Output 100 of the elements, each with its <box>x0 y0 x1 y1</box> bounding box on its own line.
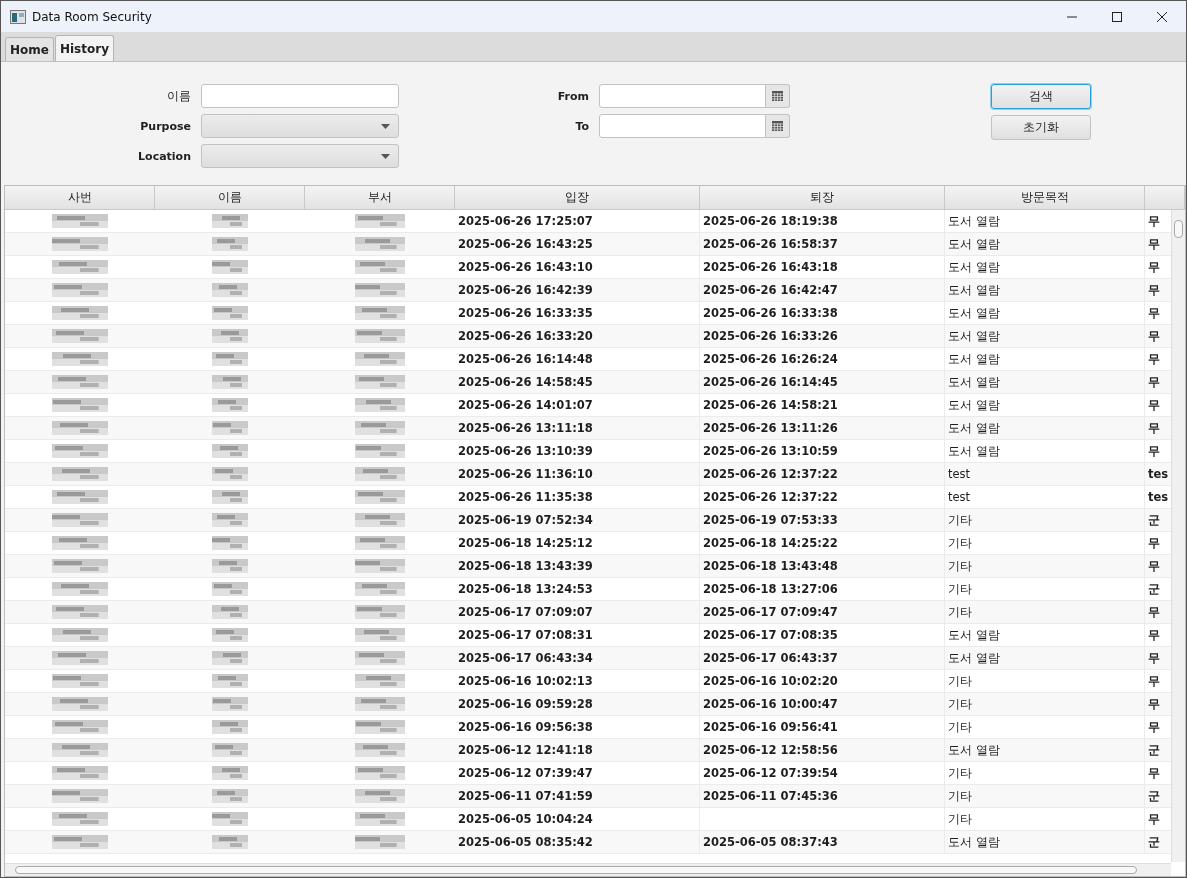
blurred-text <box>212 375 248 389</box>
table-cell: 2025-06-05 10:04:24 <box>455 808 700 830</box>
blurred-text <box>355 789 405 803</box>
blurred-text <box>212 214 248 228</box>
blurred-text <box>355 329 405 343</box>
table-cell: 2025-06-26 16:14:48 <box>455 348 700 370</box>
table-cell: test <box>945 463 1145 485</box>
table-cell: 2025-06-05 08:35:42 <box>455 831 700 853</box>
table-cell: 기타 <box>945 578 1145 600</box>
blurred-text <box>212 352 248 366</box>
table-cell: 2025-06-26 16:43:10 <box>455 256 700 278</box>
blurred-text <box>355 559 405 573</box>
column-header[interactable]: 사번 <box>5 186 155 209</box>
tab[interactable]: History <box>54 35 114 61</box>
blurred-text <box>52 490 108 504</box>
blurred-text <box>355 835 405 849</box>
table-cell: 2025-06-16 10:00:47 <box>703 697 838 711</box>
blurred-text <box>355 628 405 642</box>
table-cell: 2025-06-16 09:56:41 <box>703 720 838 734</box>
table-cell: 도서 열람 <box>945 371 1145 393</box>
blurred-text <box>212 605 248 619</box>
table-cell: 2025-06-26 14:01:07 <box>455 394 700 416</box>
blurred-text <box>52 582 108 596</box>
blurred-text <box>212 306 248 320</box>
blurred-text <box>52 720 108 734</box>
table-cell: 2025-06-12 07:39:47 <box>455 762 700 784</box>
blurred-text <box>212 812 248 826</box>
blurred-text <box>52 283 108 297</box>
table-cell: 2025-06-26 13:11:18 <box>455 417 700 439</box>
table-cell: 2025-06-26 16:14:45 <box>703 375 838 389</box>
tab[interactable]: Home <box>5 37 54 61</box>
calendar-icon <box>772 91 783 101</box>
blurred-text <box>212 628 248 642</box>
blurred-text <box>212 835 248 849</box>
blurred-text <box>52 789 108 803</box>
blurred-text <box>212 444 248 458</box>
column-header[interactable]: 입장 <box>455 186 700 209</box>
table-cell: 2025-06-12 12:58:56 <box>703 743 838 757</box>
from-label: From <box>557 89 589 103</box>
from-date-field[interactable] <box>599 84 766 108</box>
table-cell: 2025-06-26 16:43:18 <box>703 260 838 274</box>
table-cell: 2025-06-19 07:53:33 <box>703 513 838 527</box>
table-cell: 2025-06-18 14:25:22 <box>703 536 838 550</box>
blurred-text <box>212 398 248 412</box>
blurred-text <box>52 352 108 366</box>
reset-button[interactable]: 초기화 <box>991 115 1091 140</box>
horizontal-scrollbar[interactable] <box>5 863 1171 876</box>
blurred-text <box>52 674 108 688</box>
blurred-text <box>355 467 405 481</box>
blurred-text <box>212 237 248 251</box>
to-date-field[interactable] <box>599 114 766 138</box>
table-cell: 2025-06-26 16:58:37 <box>703 237 838 251</box>
blurred-text <box>212 766 248 780</box>
blurred-text <box>355 260 405 274</box>
location-dropdown[interactable] <box>201 144 399 168</box>
column-header[interactable]: 이름 <box>155 186 305 209</box>
close-icon[interactable] <box>1156 10 1168 23</box>
maximize-icon[interactable] <box>1111 10 1123 23</box>
calendar-icon <box>772 121 783 131</box>
table-cell: 2025-06-16 10:02:13 <box>455 670 700 692</box>
blurred-text <box>52 559 108 573</box>
blurred-text <box>212 329 248 343</box>
table-cell: 2025-06-26 12:37:22 <box>703 467 838 481</box>
table-cell: 도서 열람 <box>945 394 1145 416</box>
blurred-text <box>355 421 405 435</box>
blurred-text <box>212 260 248 274</box>
column-header[interactable]: 퇴장 <box>700 186 945 209</box>
table-cell: 2025-06-26 16:33:38 <box>703 306 838 320</box>
table-cell: 도서 열람 <box>945 325 1145 347</box>
name-field[interactable] <box>201 84 399 108</box>
blurred-text <box>52 398 108 412</box>
table-cell: 2025-06-18 13:43:39 <box>455 555 700 577</box>
blurred-text <box>52 651 108 665</box>
calendar-button[interactable] <box>766 114 790 138</box>
table-cell: 2025-06-16 10:02:20 <box>703 674 838 688</box>
table-cell: 2025-06-11 07:41:59 <box>455 785 700 807</box>
table-cell: 2025-06-26 14:58:45 <box>455 371 700 393</box>
search-button[interactable]: 검색 <box>991 84 1091 109</box>
window-title: Data Room Security <box>32 9 152 24</box>
blurred-text <box>355 237 405 251</box>
blurred-text <box>355 651 405 665</box>
calendar-button[interactable] <box>766 84 790 108</box>
table-cell: 2025-06-26 13:11:26 <box>703 421 838 435</box>
blurred-text <box>355 766 405 780</box>
blurred-text <box>355 743 405 757</box>
column-header[interactable]: 부서 <box>305 186 455 209</box>
column-header[interactable]: 방문목적 <box>945 186 1145 209</box>
table-cell: 도서 열람 <box>945 624 1145 646</box>
table-cell: 도서 열람 <box>945 647 1145 669</box>
table-cell: 도서 열람 <box>945 739 1145 761</box>
caret-icon <box>381 153 390 159</box>
vertical-scrollbar[interactable] <box>1171 210 1185 862</box>
blurred-text <box>355 444 405 458</box>
purpose-dropdown[interactable] <box>201 114 399 138</box>
table-cell: 기타 <box>945 808 1145 830</box>
table-cell: 도서 열람 <box>945 256 1145 278</box>
blurred-text <box>52 513 108 527</box>
table-cell: 기타 <box>945 762 1145 784</box>
blurred-text <box>212 743 248 757</box>
blurred-text <box>212 513 248 527</box>
